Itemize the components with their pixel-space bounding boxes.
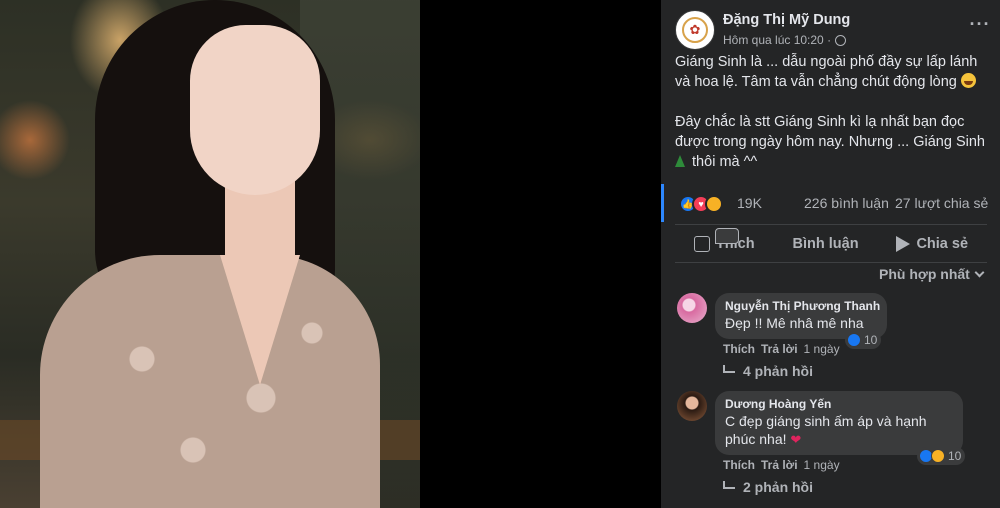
replies-count: 4 phản hồi: [743, 363, 813, 379]
laughing-emoji-icon: [960, 73, 976, 88]
share-button-label: Chia sẻ: [916, 236, 969, 252]
divider-top: [675, 224, 987, 225]
commenter-avatar[interactable]: [677, 391, 707, 421]
comment-reactions[interactable]: 10: [845, 331, 882, 349]
comment-like-link[interactable]: Thích: [723, 342, 755, 356]
comment-meta: Thích Trả lời 1 ngày: [723, 458, 840, 472]
caption-text-2b: thôi mà ^^: [692, 154, 758, 170]
post-time-text: Hôm qua lúc 10:20 ·: [723, 33, 832, 47]
caption-text-2a: Đây chắc là stt Giáng Sinh kì lạ nhất bạ…: [675, 114, 985, 150]
comment-text: C đẹp giáng sinh ấm áp và hạnh phúc nha!: [725, 413, 927, 447]
comment-reply-link[interactable]: Trả lời: [761, 458, 798, 472]
author-name[interactable]: Đặng Thị Mỹ Dung: [723, 12, 850, 28]
comment-reaction-count: 10: [948, 449, 962, 463]
photo-viewer: [0, 0, 661, 508]
comment-time[interactable]: 1 ngày: [804, 342, 840, 356]
comment-reaction-count: 10: [864, 333, 878, 347]
comment-reply-link[interactable]: Trả lời: [761, 342, 798, 356]
caption-paragraph-1: Giáng Sinh là ... dẫu ngoài phố đầy sự l…: [675, 52, 991, 92]
reaction-count[interactable]: 19K: [737, 195, 762, 211]
like-reaction-icon: [847, 333, 861, 347]
reactions-summary: 👍 ♥ 19K 226 bình luận 27 lượt chia sẻ: [679, 194, 991, 214]
caption-paragraph-2: Đây chắc là stt Giáng Sinh kì lạ nhất bạ…: [675, 112, 991, 172]
selection-indicator: [661, 184, 664, 222]
divider-bottom: [675, 262, 987, 263]
commenter-name[interactable]: Dương Hoàng Yến: [725, 397, 951, 411]
comment-count[interactable]: 226 bình luận: [804, 195, 889, 211]
reaction-icons[interactable]: 👍 ♥: [679, 195, 723, 213]
share-button[interactable]: Chia sẻ: [888, 232, 976, 256]
view-replies-button[interactable]: 2 phản hồi: [723, 479, 813, 495]
comment-sort-dropdown[interactable]: Phù hợp nhất: [879, 266, 985, 282]
view-replies-button[interactable]: 4 phản hồi: [723, 363, 813, 379]
comment-button[interactable]: Bình luận: [715, 228, 867, 256]
haha-reaction-icon: [931, 449, 945, 463]
christmas-tree-icon: [675, 155, 685, 167]
post-timestamp[interactable]: Hôm qua lúc 10:20 ·: [723, 33, 847, 47]
commenter-avatar[interactable]: [677, 293, 707, 323]
reply-arrow-icon: [723, 365, 735, 373]
comment-reactions[interactable]: 10: [917, 447, 966, 465]
photo-neckline: [220, 255, 300, 385]
post-panel: ✿ Đặng Thị Mỹ Dung Hôm qua lúc 10:20 · ·…: [661, 0, 1000, 508]
globe-icon[interactable]: [835, 34, 847, 46]
more-options-icon[interactable]: ···: [965, 15, 995, 38]
heart-emoji-icon: ❤: [790, 432, 802, 447]
comment-text: Đẹp !! Mê nhâ mê nha: [725, 315, 864, 331]
caption-text-1: Giáng Sinh là ... dẫu ngoài phố đầy sự l…: [675, 54, 978, 90]
comment-time[interactable]: 1 ngày: [804, 458, 840, 472]
sort-label: Phù hợp nhất: [879, 266, 970, 282]
chevron-down-icon: [974, 267, 985, 278]
author-logo-icon: ✿: [682, 17, 708, 43]
comment-item: Dương Hoàng Yến C đẹp giáng sinh ấm áp v…: [675, 391, 995, 501]
photo-face: [190, 25, 320, 195]
commenter-name[interactable]: Nguyễn Thị Phương Thanh: [725, 299, 880, 313]
comment-item: Nguyễn Thị Phương Thanh Đẹp !! Mê nhâ mê…: [675, 293, 995, 383]
reply-arrow-icon: [723, 481, 735, 489]
comment-bubble: Dương Hoàng Yến C đẹp giáng sinh ấm áp v…: [715, 391, 963, 455]
comment-bubble-icon: [715, 228, 739, 244]
post-caption: Giáng Sinh là ... dẫu ngoài phố đầy sự l…: [675, 52, 991, 192]
comment-meta: Thích Trả lời 1 ngày: [723, 342, 840, 356]
replies-count: 2 phản hồi: [743, 479, 813, 495]
thumbs-up-icon: [693, 236, 710, 252]
comment-button-label: Bình luận: [792, 236, 859, 252]
haha-reaction-icon: [705, 195, 723, 213]
comment-like-link[interactable]: Thích: [723, 458, 755, 472]
post-header: ✿ Đặng Thị Mỹ Dung Hôm qua lúc 10:20 · ·…: [675, 8, 995, 54]
share-arrow-icon: [896, 236, 911, 252]
post-actions: Thích Bình luận Chia sẻ: [675, 228, 987, 260]
photo-dress: [40, 255, 380, 508]
author-avatar[interactable]: ✿: [675, 10, 715, 50]
share-count[interactable]: 27 lượt chia sẻ: [895, 195, 988, 211]
comment-text-wrap: C đẹp giáng sinh ấm áp và hạnh phúc nha!…: [725, 412, 951, 449]
post-photo[interactable]: [0, 0, 420, 508]
